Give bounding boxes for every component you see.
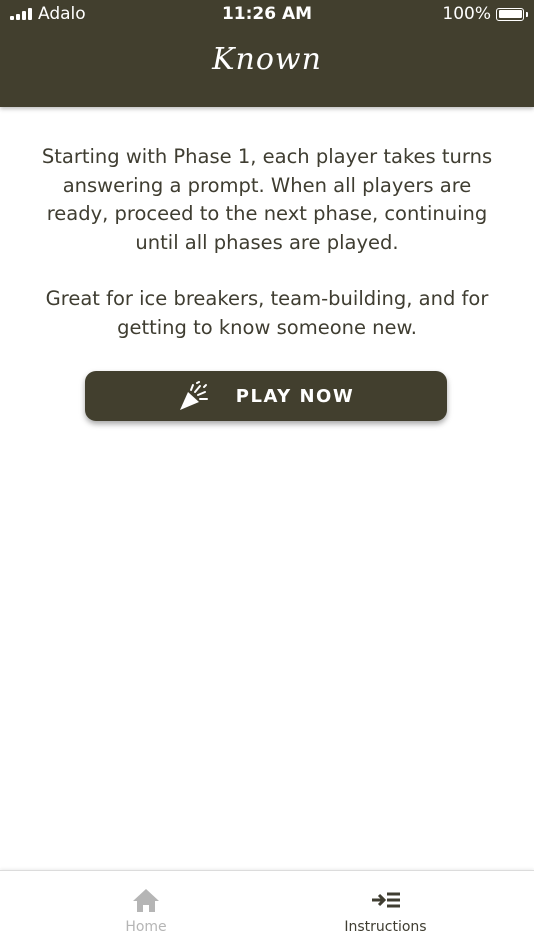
instructions-content: Starting with Phase 1, each player takes… (30, 143, 504, 342)
bottom-tab-bar: Home Instructions (0, 870, 534, 950)
status-right: 100% (442, 4, 528, 24)
tab-instructions[interactable]: Instructions (252, 871, 519, 950)
party-popper-icon (179, 381, 208, 410)
battery-icon (496, 7, 528, 21)
app-logo: Known (212, 42, 322, 77)
tab-home[interactable]: Home (11, 871, 281, 950)
instructions-paragraph: Starting with Phase 1, each player takes… (41, 145, 493, 254)
tab-instructions-label: Instructions (344, 919, 427, 935)
app-screen: Adalo 11:26 AM 100% Known Starting with … (0, 0, 534, 950)
battery-fill (498, 10, 522, 18)
battery-percent: 100% (442, 4, 491, 24)
description-paragraph: Great for ice breakers, team-building, a… (45, 287, 489, 339)
play-now-label: PLAY NOW (235, 385, 355, 407)
status-bar: Adalo 11:26 AM 100% (0, 0, 534, 28)
tab-home-label: Home (125, 919, 167, 935)
app-header: Adalo 11:26 AM 100% Known (0, 0, 534, 107)
arrow-list-icon (371, 892, 400, 908)
home-icon (133, 889, 159, 912)
play-now-button[interactable]: PLAY NOW (85, 371, 447, 421)
